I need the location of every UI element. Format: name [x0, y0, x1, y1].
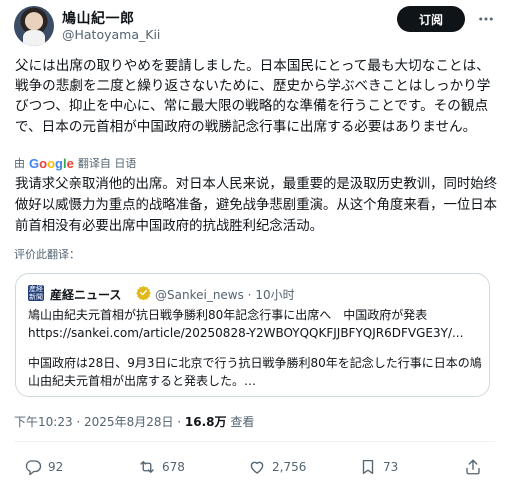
bookmark-button[interactable]: 73	[359, 457, 398, 477]
quoted-headline: 鳩山由紀夫元首相が抗日戦争勝利80年記念行事に出席へ 中国政府が発表	[28, 308, 428, 322]
view-count: 16.8万	[184, 415, 227, 429]
rate-translation-link[interactable]: 评价此翻译：	[14, 246, 80, 262]
quoted-body: 中国政府は28日、9月3日に北京で行う抗日戦争勝利80年を記念した行事に日本の鳩…	[28, 356, 482, 388]
quoted-link[interactable]: https://sankei.com/article/20250828-Y2WB…	[28, 325, 483, 343]
heart-icon	[250, 461, 264, 474]
view-label: 查看	[226, 415, 255, 429]
post-timestamp[interactable]: 下午10:23 · 2025年8月28日 ·	[14, 415, 185, 429]
action-bar: 92 678 2,756 73	[14, 455, 495, 479]
post-header: 鳩山紀一郎 @Hatoyama_Kii 订阅	[14, 6, 495, 46]
bookmark-icon	[362, 459, 374, 475]
author-name[interactable]: 鳩山紀一郎	[62, 8, 135, 28]
like-button[interactable]: 2,756	[248, 457, 306, 477]
divider	[14, 441, 495, 442]
post-text-translated: 我请求父亲取消他的出席。对日本人民来说，最重要的是汲取历史教训，同时始终做好以威…	[15, 177, 498, 234]
verified-badge-icon	[136, 285, 151, 301]
sankei-logo: 産経 新聞	[28, 285, 44, 301]
post-text-original: 父には出席の取りやめを要請しました。日本国民にとって最も大切なことは、戦争の悲劇…	[15, 58, 491, 135]
quoted-handle-time: @Sankei_news · 10小时	[155, 288, 295, 302]
retweet-icon	[140, 461, 154, 473]
quoted-author-name: 産経ニュース	[50, 288, 122, 302]
subscribe-button[interactable]: 订阅	[397, 6, 465, 32]
share-button[interactable]	[464, 457, 488, 477]
retweet-count: 678	[162, 460, 185, 474]
google-logo: Google	[29, 155, 74, 171]
post-meta: 下午10:23 · 2025年8月28日 · 16.8万 查看	[14, 413, 254, 430]
bookmark-count: 73	[383, 460, 399, 474]
author-avatar[interactable]	[14, 6, 54, 46]
reply-count: 92	[48, 460, 64, 474]
translation-attribution: 由 Google 翻译自 日语	[14, 155, 494, 171]
translate-from-label: 翻译自 日语	[77, 157, 137, 170]
translate-by-label: 由	[14, 157, 25, 170]
author-handle[interactable]: @Hatoyama_Kii	[62, 27, 160, 42]
share-icon	[466, 459, 480, 475]
like-count: 2,756	[272, 460, 307, 474]
reply-icon	[25, 460, 42, 476]
quoted-post-card[interactable]: 産経 新聞 産経ニュース @Sankei_news · 10小时 鳩山由紀夫元首相…	[15, 273, 490, 397]
retweet-button[interactable]: 678	[138, 457, 185, 477]
more-dots-icon[interactable]	[476, 9, 496, 29]
reply-button[interactable]: 92	[24, 457, 63, 477]
